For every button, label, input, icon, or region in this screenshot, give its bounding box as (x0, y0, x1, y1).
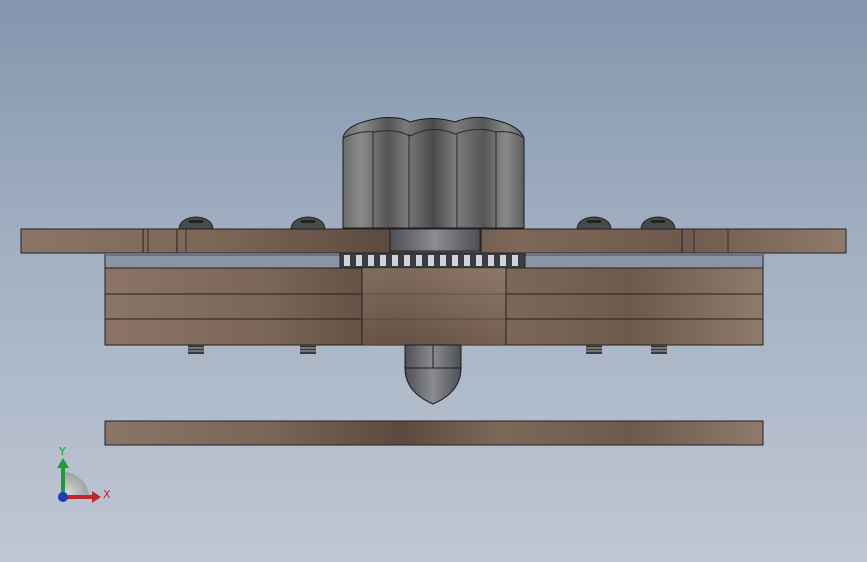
screw-head-icon (576, 216, 612, 230)
screw-thread-icon (651, 345, 667, 354)
screw-thread-icon (586, 345, 602, 354)
screw-thread-icon (188, 345, 204, 354)
z-axis-dot (58, 492, 68, 502)
screw-thread-icon (300, 345, 316, 354)
spacer-layer (104, 252, 764, 269)
cad-viewport[interactable]: Y X (0, 0, 867, 562)
screw-head-icon (640, 216, 676, 230)
acorn-nut[interactable] (404, 344, 462, 405)
y-axis-label: Y (58, 445, 66, 458)
screw-head-icon (178, 216, 214, 230)
x-axis-label: X (103, 488, 111, 501)
rotary-indexer[interactable] (339, 252, 526, 269)
middle-plate-stack[interactable] (104, 267, 764, 346)
axis-triad[interactable]: Y X (57, 445, 111, 503)
screw-head-icon (290, 216, 326, 230)
base-plate[interactable] (104, 420, 764, 446)
